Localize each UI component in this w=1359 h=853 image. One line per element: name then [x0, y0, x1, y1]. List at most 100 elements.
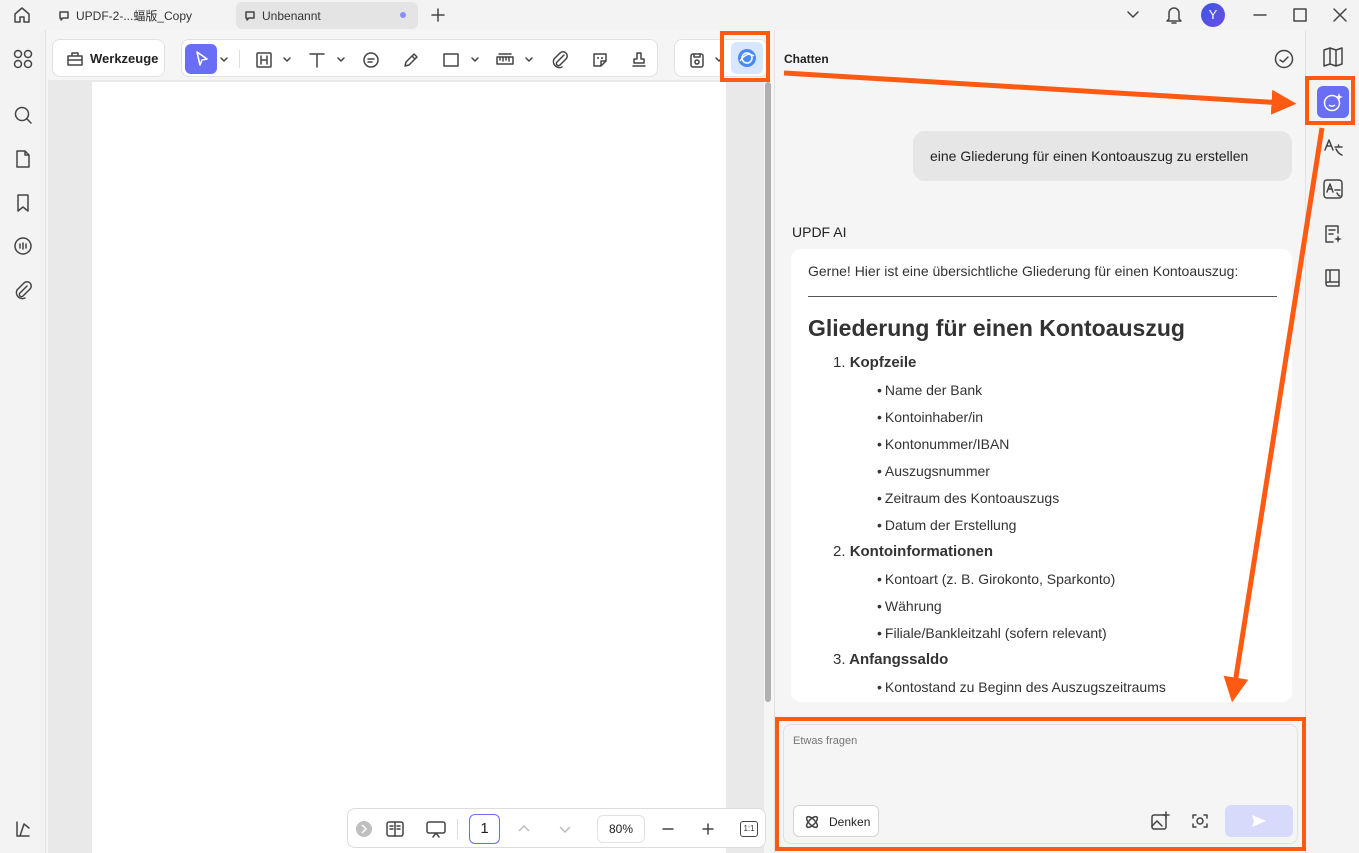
tools-label: Werkzeuge: [90, 51, 159, 66]
zoom-out-icon[interactable]: [661, 822, 675, 836]
page-number-input[interactable]: 1: [469, 814, 500, 844]
user-message-text: eine Gliederung für einen Kontoauszug zu…: [930, 148, 1249, 164]
outline-section: 3. Anfangssaldo: [833, 651, 948, 668]
tab-document-1[interactable]: UPDF-2-...蝠版_Copy: [50, 2, 230, 29]
ai-name: UPDF AI: [792, 224, 847, 240]
rectangle-icon[interactable]: [441, 50, 461, 70]
toolbox-icon: [67, 52, 83, 66]
minimize-icon[interactable]: [1252, 7, 1268, 23]
chevron-down-icon[interactable]: [337, 57, 345, 63]
bell-icon[interactable]: [1164, 4, 1184, 26]
ocr-translate-icon[interactable]: [1322, 178, 1344, 200]
list-item: Filiale/Bankleitzahl (sofern relevant): [877, 625, 1107, 641]
search-icon[interactable]: [12, 104, 34, 126]
highlight-box-chat-input: [775, 717, 1306, 851]
list-item: Auszugsnummer: [877, 463, 990, 479]
attachment-icon[interactable]: [12, 280, 34, 302]
page-view-icon[interactable]: [385, 820, 405, 838]
text-icon[interactable]: [307, 50, 327, 70]
home-icon[interactable]: [12, 5, 32, 25]
comments-icon[interactable]: [12, 235, 34, 257]
select-tool[interactable]: [185, 44, 217, 74]
summarize-icon[interactable]: [1322, 223, 1344, 245]
cursor-icon: [196, 51, 208, 66]
chevron-down-icon[interactable]: [1125, 8, 1141, 22]
annotation-tools-group: [181, 39, 658, 77]
highlight-box-ai-tab: [1305, 76, 1355, 125]
left-sidebar: [0, 30, 46, 853]
outline-section: 1. Kopfzeile: [833, 354, 916, 371]
divider: [457, 819, 458, 839]
ai-heading: Gliederung für einen Kontoauszug: [808, 315, 1185, 341]
pages-icon[interactable]: [12, 148, 34, 170]
chevron-down-icon[interactable]: [525, 57, 533, 63]
presentation-icon[interactable]: [425, 820, 447, 838]
divider: [239, 50, 240, 68]
zoom-in-icon[interactable]: [701, 822, 715, 836]
expand-button[interactable]: [356, 821, 372, 837]
highlight-icon[interactable]: [254, 50, 274, 70]
zoom-level[interactable]: 80%: [597, 815, 645, 843]
new-tab-icon[interactable]: [430, 7, 446, 23]
history-icon[interactable]: [1273, 48, 1295, 70]
title-bar: UPDF-2-...蝠版_Copy Unbenannt Y: [0, 0, 1359, 30]
comment-icon: [59, 10, 69, 21]
tools-button[interactable]: Werkzeuge: [52, 39, 165, 77]
page-navigation-bar: 1 80% 1:1: [347, 808, 766, 848]
highlight-box-ai-button: [720, 31, 770, 82]
grid-icon[interactable]: [12, 48, 34, 70]
list-item: Kontonummer/IBAN: [877, 436, 1010, 452]
reader-mode-icon[interactable]: [1321, 46, 1345, 68]
bookmark-icon[interactable]: [12, 192, 34, 214]
list-item: Datum der Erstellung: [877, 517, 1017, 533]
attachment-icon[interactable]: [550, 50, 570, 70]
layers-icon[interactable]: [12, 818, 34, 840]
list-item: Kontoart (z. B. Girokonto, Sparkonto): [877, 571, 1115, 587]
unsaved-dot: [400, 12, 406, 18]
actual-size-button[interactable]: 1:1: [740, 821, 758, 837]
list-item: Währung: [877, 598, 942, 614]
list-item: Zeitraum des Kontoauszugs: [877, 490, 1059, 506]
tab-document-2[interactable]: Unbenannt: [236, 2, 418, 29]
measure-icon[interactable]: [495, 50, 515, 70]
document-area[interactable]: [48, 80, 764, 853]
list-item: Kontoinhaber/in: [877, 409, 983, 425]
chevron-down-icon[interactable]: [283, 57, 291, 63]
stamp-icon[interactable]: [629, 50, 649, 70]
section-number: 1.: [833, 354, 846, 371]
ai-intro: Gerne! Hier ist eine übersichtliche Glie…: [808, 263, 1239, 279]
translate-icon[interactable]: [1322, 135, 1344, 157]
chevron-down-icon[interactable]: [220, 57, 228, 63]
tab-label: Unbenannt: [262, 8, 321, 23]
chat-title: Chatten: [784, 52, 829, 66]
vertical-scrollbar[interactable]: [765, 82, 771, 702]
user-message: eine Gliederung für einen Kontoauszug zu…: [913, 131, 1292, 181]
section-number: 2.: [833, 543, 846, 560]
outline-section: 2. Kontoinformationen: [833, 543, 993, 560]
section-title: Kopfzeile: [849, 354, 917, 371]
list-item: Kontostand zu Beginn des Auszugszeitraum…: [877, 679, 1166, 695]
pdf-page[interactable]: [92, 82, 726, 853]
book-icon[interactable]: [1322, 267, 1344, 289]
chevron-down-icon[interactable]: [471, 57, 479, 63]
section-title: Kontoinformationen: [849, 543, 994, 560]
close-icon[interactable]: [1332, 7, 1348, 23]
maximize-icon[interactable]: [1292, 7, 1308, 23]
right-sidebar: [1305, 30, 1359, 853]
previous-page-icon[interactable]: [517, 822, 531, 834]
divider: [808, 296, 1277, 297]
comment-icon[interactable]: [361, 50, 381, 70]
avatar[interactable]: Y: [1201, 3, 1225, 27]
section-title: Anfangssaldo: [849, 651, 949, 668]
chevron-right-icon: [361, 824, 368, 834]
next-page-icon[interactable]: [558, 824, 572, 836]
pencil-icon[interactable]: [401, 50, 421, 70]
section-number: 3.: [833, 651, 846, 668]
save-icon[interactable]: [687, 50, 707, 70]
main-toolbar: Werkzeuge: [48, 36, 772, 80]
list-item: Name der Bank: [877, 382, 982, 398]
tab-label: UPDF-2-...蝠版_Copy: [76, 9, 193, 23]
comment-icon: [245, 10, 255, 21]
sticker-icon[interactable]: [590, 50, 610, 70]
ai-response: Gerne! Hier ist eine übersichtliche Glie…: [791, 249, 1292, 702]
